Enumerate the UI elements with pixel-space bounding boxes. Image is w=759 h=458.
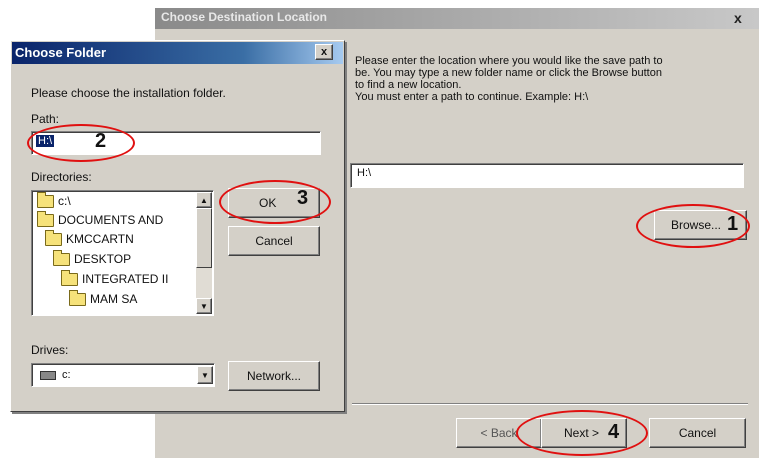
annotation-ring [516, 410, 648, 456]
network-button[interactable]: Network... [228, 361, 320, 391]
chevron-down-icon[interactable]: ▼ [197, 366, 213, 384]
directory-label: DESKTOP [74, 252, 132, 266]
description-line: You must enter a path to continue. Examp… [355, 91, 589, 103]
annotation-number: 3 [297, 187, 309, 209]
folder-open-icon [53, 249, 70, 266]
directory-label: MAM SA [90, 292, 138, 306]
destination-close-button[interactable]: x [734, 10, 742, 26]
directories-label: Directories: [31, 170, 92, 184]
folder-open-icon [69, 289, 86, 306]
directory-item[interactable]: MAM SA [69, 289, 138, 306]
choose-folder-title: Choose Folder [15, 45, 107, 60]
destination-path-input[interactable]: H:\ [350, 163, 744, 188]
folder-open-icon [37, 210, 54, 227]
scroll-up-arrow-icon[interactable]: ▲ [196, 192, 212, 208]
button-divider [352, 403, 748, 405]
drives-select[interactable]: c: [31, 363, 215, 387]
description-line: be. You may type a new folder name or cl… [355, 67, 662, 79]
dialog-prompt: Please choose the installation folder. [31, 86, 226, 100]
directory-item[interactable]: INTEGRATED II [61, 269, 169, 286]
directory-label: KMCCARTN [66, 232, 134, 246]
destination-description: Please enter the location where you woul… [355, 55, 745, 103]
description-line: to find a new location. [355, 79, 462, 91]
folder-open-icon [61, 269, 78, 286]
scroll-down-arrow-icon[interactable]: ▼ [196, 298, 212, 314]
destination-cancel-button[interactable]: Cancel [649, 418, 746, 448]
choose-folder-cancel-button[interactable]: Cancel [228, 226, 320, 256]
directory-label: c:\ [58, 194, 71, 208]
drives-label: Drives: [31, 343, 69, 357]
annotation-number: 1 [727, 213, 739, 235]
directory-item[interactable]: DESKTOP [53, 249, 132, 266]
annotation-number: 4 [608, 421, 620, 443]
path-label: Path: [31, 112, 60, 126]
drive-value: c: [62, 369, 71, 381]
directory-item[interactable]: KMCCARTN [45, 229, 134, 246]
drive-icon [40, 370, 56, 380]
directory-label: DOCUMENTS AND [58, 213, 164, 227]
directory-item[interactable]: c:\ [37, 191, 71, 208]
description-line: Please enter the location where you woul… [355, 55, 663, 67]
destination-title: Choose Destination Location [161, 10, 328, 24]
directory-item[interactable]: DOCUMENTS AND [37, 210, 164, 227]
choose-folder-close-button[interactable]: x [315, 44, 333, 60]
scrollbar-thumb[interactable] [196, 208, 212, 268]
annotation-ring [219, 180, 331, 224]
annotation-number: 2 [95, 130, 107, 152]
annotation-ring [27, 124, 135, 162]
directory-label: INTEGRATED II [82, 272, 169, 286]
folder-open-icon [45, 229, 62, 246]
folder-open-icon [37, 191, 54, 208]
